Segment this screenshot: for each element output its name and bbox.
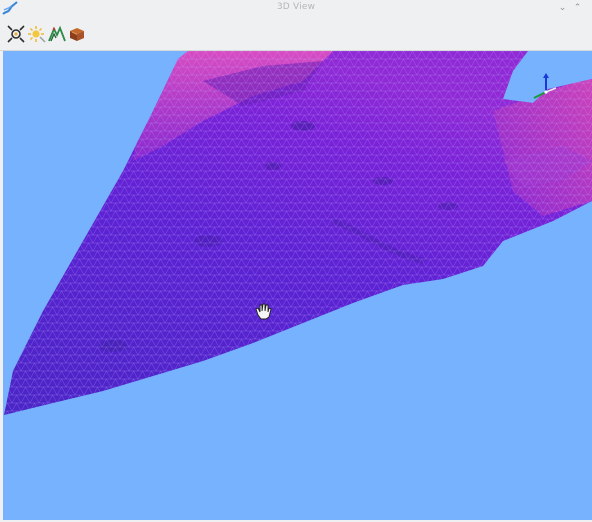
- title-bar: 3D View ⌄ ⌃: [0, 0, 592, 17]
- 3d-viewport[interactable]: [3, 51, 592, 520]
- target-crosshair-icon: [7, 25, 25, 43]
- minimize-button[interactable]: ⌄: [557, 3, 568, 14]
- toolbar: [0, 17, 592, 51]
- terrain-mesh: [4, 51, 592, 415]
- reset-view-button[interactable]: [6, 24, 26, 44]
- box-export-icon: [70, 28, 84, 41]
- window-title: 3D View: [276, 2, 316, 12]
- export-3d-button[interactable]: [67, 24, 87, 44]
- terrain-scene[interactable]: [3, 51, 592, 520]
- light-settings-button[interactable]: [27, 24, 47, 44]
- mountain-terrain-icon: [48, 25, 66, 42]
- terrain-settings-button[interactable]: [47, 24, 67, 44]
- restore-button[interactable]: ⌃: [572, 3, 583, 14]
- sun-light-icon: [28, 26, 46, 43]
